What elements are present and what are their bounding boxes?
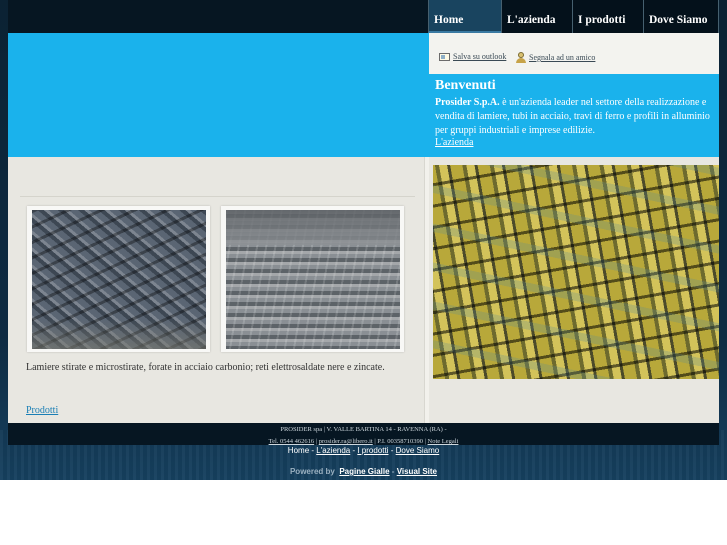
person-icon — [516, 52, 526, 63]
bottom-nav: Home - L'azienda - I prodotti - Dove Sia… — [0, 446, 727, 455]
footer: PROSIDER spa | V. VALLE BARTINA 14 - RAV… — [8, 423, 719, 445]
tell-friend-label: Segnala ad un amico — [529, 53, 596, 62]
section-separator — [20, 196, 415, 197]
footer-tel[interactable]: Tel. 0544 462616 — [269, 438, 315, 445]
main-nav: Home L'azienda I prodotti Dove Siamo — [428, 0, 719, 33]
pagine-gialle-link[interactable]: Pagine Gialle — [339, 467, 389, 476]
hero-banner — [8, 33, 429, 157]
powered-sep: - — [389, 467, 397, 476]
steel-angles-photo — [32, 210, 206, 349]
welcome-text: Prosider S.p.A. è un'azienda leader nel … — [435, 96, 717, 138]
vcard-icon — [439, 52, 450, 61]
welcome-title: Benvenuti — [435, 78, 496, 93]
steel-stock-photo — [433, 165, 719, 379]
prodotti-link[interactable]: Prodotti — [26, 405, 58, 416]
footer-legal-link[interactable]: Note Legali — [428, 438, 459, 445]
bottom-nav-sep: - — [388, 446, 396, 455]
header-bar — [8, 0, 428, 33]
bottom-nav-home[interactable]: Home — [288, 446, 309, 455]
products-caption: Lamiere stirate e microstirate, forate i… — [26, 362, 385, 373]
save-outlook-link[interactable]: Salva su outlook — [439, 52, 506, 61]
tell-friend-link[interactable]: Segnala ad un amico — [516, 52, 595, 63]
nav-item-dove-siamo[interactable]: Dove Siamo — [643, 0, 719, 33]
product-thumbnail-bars[interactable] — [221, 206, 404, 352]
bottom-nav-dove-siamo[interactable]: Dove Siamo — [396, 446, 440, 455]
utility-bar: Salva su outlook Segnala ad un amico — [429, 33, 719, 74]
steel-bars-photo — [226, 210, 400, 349]
bottom-nav-prodotti[interactable]: I prodotti — [357, 446, 388, 455]
welcome-panel: Salva su outlook Segnala ad un amico Ben… — [429, 33, 719, 157]
nav-item-home[interactable]: Home — [428, 0, 501, 33]
product-thumbnail-angles[interactable] — [27, 206, 210, 352]
footer-address: PROSIDER spa | V. VALLE BARTINA 14 - RAV… — [280, 426, 447, 433]
footer-piva: P.I. 00358710390 — [377, 438, 423, 445]
save-outlook-label: Salva su outlook — [453, 52, 507, 61]
azienda-link[interactable]: L'azienda — [435, 137, 473, 148]
visual-site-link[interactable]: Visual Site — [397, 467, 437, 476]
bottom-nav-azienda[interactable]: L'azienda — [316, 446, 350, 455]
nav-item-azienda[interactable]: L'azienda — [501, 0, 572, 33]
footer-contacts: Tel. 0544 462616 | prosider.ra@libero.it… — [268, 438, 459, 445]
company-name: Prosider S.p.A. — [435, 97, 500, 108]
nav-item-prodotti[interactable]: I prodotti — [572, 0, 643, 33]
footer-email[interactable]: prosider.ra@libero.it — [319, 438, 373, 445]
powered-by: Powered by Pagine Gialle - Visual Site — [0, 467, 727, 476]
powered-by-label: Powered by — [289, 467, 335, 476]
